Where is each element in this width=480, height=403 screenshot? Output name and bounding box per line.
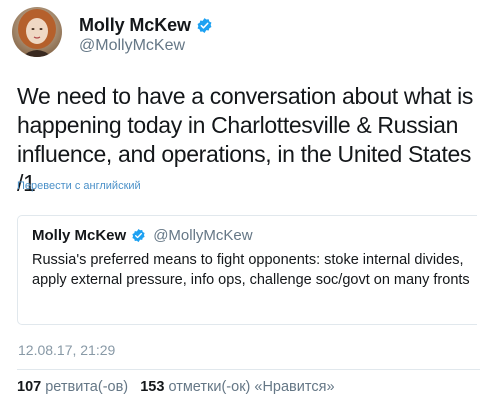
tweet-author-name[interactable]: Molly McKew [79, 15, 191, 36]
quoted-tweet-text: Russia's preferred means to fight oppone… [32, 252, 470, 288]
retweet-label[interactable]: ретвита(-ов) [45, 379, 128, 395]
verified-badge-icon [196, 17, 213, 34]
quoted-tweet-author-handle: @MollyMcKew [153, 227, 253, 244]
like-count[interactable]: 153 [140, 379, 164, 395]
translate-link[interactable]: Перевести с английский [17, 180, 141, 192]
verified-badge-icon [131, 228, 146, 243]
retweet-count[interactable]: 107 [17, 379, 41, 395]
quoted-tweet-card[interactable]: Molly McKew @MollyMcKew Russia's preferr… [17, 215, 477, 325]
tweet-author-row: Molly McKew [79, 13, 213, 37]
tweet-timestamp: 12.08.17, 21:29 [18, 342, 116, 358]
tweet-author-handle[interactable]: @MollyMcKew [79, 37, 185, 55]
quoted-tweet-header: Molly McKew @MollyMcKew [32, 227, 253, 244]
divider [17, 369, 480, 370]
quoted-tweet-author-name: Molly McKew [32, 227, 127, 244]
tweet-stats: 107 ретвита(-ов) 153 отметки(-ок) «Нрави… [17, 379, 335, 395]
like-label[interactable]: отметки(-ок) «Нравится» [168, 379, 334, 395]
avatar[interactable] [12, 7, 62, 57]
